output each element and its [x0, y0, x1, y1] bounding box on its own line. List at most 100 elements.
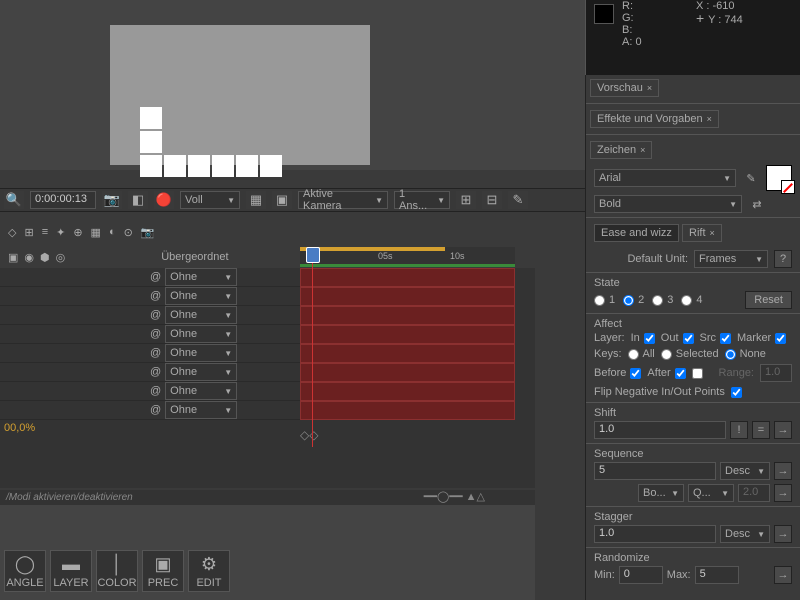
- marker-checkbox[interactable]: Marker: [737, 332, 786, 344]
- parent-dropdown[interactable]: Ohne▼: [165, 344, 237, 362]
- layer-bar[interactable]: [300, 325, 515, 344]
- spiral-icon[interactable]: @: [150, 366, 161, 378]
- shift-input[interactable]: 1.0: [594, 421, 726, 439]
- snapshot-icon[interactable]: 📷: [102, 191, 122, 209]
- tab-rift[interactable]: Rift×: [682, 224, 722, 242]
- tab-ease[interactable]: Ease and wizz: [594, 224, 679, 242]
- channel-icon[interactable]: ◧: [128, 191, 148, 209]
- sequence-input[interactable]: 5: [594, 462, 716, 480]
- after-checkbox[interactable]: After: [647, 367, 685, 379]
- eq-button[interactable]: =: [752, 421, 770, 439]
- layer-row[interactable]: @ Ohne▼: [0, 344, 300, 363]
- flip-checkbox[interactable]: Flip Negative In/Out Points: [594, 386, 792, 398]
- go-button[interactable]: →: [774, 421, 792, 439]
- mask-icon[interactable]: ▣: [272, 191, 292, 209]
- tool-icon[interactable]: 📷: [141, 226, 155, 239]
- stagger-order-dropdown[interactable]: Desc▼: [720, 525, 770, 543]
- switch-icon[interactable]: ▣: [8, 251, 18, 264]
- tool-icon[interactable]: ◇: [8, 226, 16, 239]
- keys-all-radio[interactable]: All: [628, 348, 655, 360]
- spiral-icon[interactable]: @: [150, 347, 161, 359]
- layer-bar[interactable]: [300, 401, 515, 420]
- magnify-icon[interactable]: 🔍: [4, 191, 24, 209]
- q-dropdown[interactable]: Q...▼: [688, 484, 734, 502]
- close-icon[interactable]: ×: [710, 228, 715, 238]
- parent-dropdown[interactable]: Ohne▼: [165, 306, 237, 324]
- spiral-icon[interactable]: @: [150, 290, 161, 302]
- parent-dropdown[interactable]: Ohne▼: [165, 401, 237, 419]
- layer-button[interactable]: ▬LAYER: [50, 550, 92, 592]
- min-input[interactable]: 0: [619, 566, 663, 584]
- layer-bar[interactable]: [300, 344, 515, 363]
- help-button[interactable]: ?: [774, 250, 792, 268]
- reset-button[interactable]: Reset: [745, 291, 792, 309]
- layer-row[interactable]: @ Ohne▼: [0, 401, 300, 420]
- layer-row[interactable]: @ Ohne▼: [0, 382, 300, 401]
- font-family-dropdown[interactable]: Arial▼: [594, 169, 736, 187]
- sequence-order-dropdown[interactable]: Desc▼: [720, 462, 770, 480]
- go-button[interactable]: →: [774, 566, 792, 584]
- layer-bar[interactable]: [300, 382, 515, 401]
- edit-button[interactable]: ⚙EDIT: [188, 550, 230, 592]
- tab-vorschau[interactable]: Vorschau×: [590, 79, 659, 97]
- tab-zeichen[interactable]: Zeichen×: [590, 141, 652, 159]
- playhead[interactable]: [312, 247, 313, 447]
- out-checkbox[interactable]: Out: [661, 332, 694, 344]
- state-2-radio[interactable]: 2: [623, 294, 644, 306]
- tool-icon[interactable]: ✎: [508, 191, 528, 209]
- switch-icon[interactable]: ⬢: [40, 251, 50, 264]
- tool-icon[interactable]: ▦: [91, 226, 101, 239]
- spiral-icon[interactable]: @: [150, 271, 161, 283]
- close-icon[interactable]: ×: [647, 83, 652, 93]
- layer-bar[interactable]: [300, 268, 515, 287]
- go-button[interactable]: →: [774, 525, 792, 543]
- parent-dropdown[interactable]: Ohne▼: [165, 287, 237, 305]
- parent-dropdown[interactable]: Ohne▼: [165, 363, 237, 381]
- zoom-slider[interactable]: ━━◯━━ ▲△: [424, 490, 485, 503]
- grid-icon[interactable]: ▦: [246, 191, 266, 209]
- tool-icon[interactable]: ≡: [42, 226, 48, 238]
- bo-dropdown[interactable]: Bo...▼: [638, 484, 684, 502]
- font-weight-dropdown[interactable]: Bold▼: [594, 195, 742, 213]
- spiral-icon[interactable]: @: [150, 309, 161, 321]
- spiral-icon[interactable]: @: [150, 328, 161, 340]
- work-area-bar[interactable]: [300, 247, 445, 251]
- parent-dropdown[interactable]: Ohne▼: [165, 268, 237, 286]
- src-checkbox[interactable]: Src: [700, 332, 732, 344]
- layer-row[interactable]: @ Ohne▼: [0, 306, 300, 325]
- tool-icon[interactable]: ⊞: [24, 226, 33, 239]
- fill-stroke-swatch[interactable]: [766, 165, 792, 191]
- in-checkbox[interactable]: In: [631, 332, 655, 344]
- tool-icon[interactable]: ⊕: [73, 226, 82, 239]
- switch-icon[interactable]: ◎: [56, 251, 66, 264]
- layer-row[interactable]: @ Ohne▼: [0, 268, 300, 287]
- keyframe-markers[interactable]: ◇◇: [300, 428, 318, 442]
- prec-button[interactable]: ▣PREC: [142, 550, 184, 592]
- unit-dropdown[interactable]: Frames▼: [694, 250, 768, 268]
- layer-bar[interactable]: [300, 363, 515, 382]
- go-button[interactable]: →: [774, 462, 792, 480]
- composition-canvas[interactable]: [110, 25, 370, 165]
- tool-icon[interactable]: ⊟: [482, 191, 502, 209]
- layer-row[interactable]: @ Ohne▼: [0, 325, 300, 344]
- layer-bar[interactable]: [300, 287, 515, 306]
- parent-dropdown[interactable]: Ohne▼: [165, 325, 237, 343]
- parent-dropdown[interactable]: Ohne▼: [165, 382, 237, 400]
- spiral-icon[interactable]: @: [150, 385, 161, 397]
- close-icon[interactable]: ×: [707, 114, 712, 124]
- state-4-radio[interactable]: 4: [681, 294, 702, 306]
- bang-button[interactable]: !: [730, 421, 748, 439]
- eyedropper-icon[interactable]: ✎: [742, 169, 760, 187]
- keys-selected-radio[interactable]: Selected: [661, 348, 719, 360]
- zoom-pct[interactable]: 00,0%: [0, 420, 300, 436]
- resolution-dropdown[interactable]: Voll▼: [180, 191, 240, 209]
- before-checkbox[interactable]: Before: [594, 367, 641, 379]
- keys-none-radio[interactable]: None: [725, 348, 766, 360]
- close-icon[interactable]: ×: [640, 145, 645, 155]
- color-button[interactable]: │COLOR: [96, 550, 138, 592]
- swap-icon[interactable]: ⇄: [748, 195, 766, 213]
- state-1-radio[interactable]: 1: [594, 294, 615, 306]
- tool-icon[interactable]: ◐: [109, 226, 116, 238]
- spiral-icon[interactable]: @: [150, 404, 161, 416]
- state-3-radio[interactable]: 3: [652, 294, 673, 306]
